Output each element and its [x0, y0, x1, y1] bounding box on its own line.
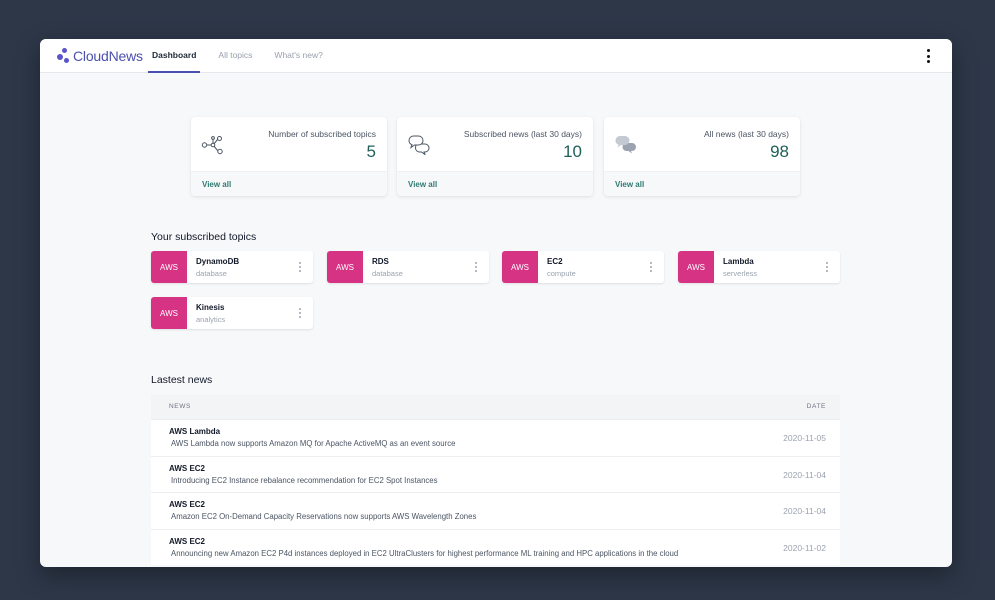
- topic-card-ec2[interactable]: AWS EC2 compute: [502, 251, 664, 283]
- stat-label: All news (last 30 days): [703, 129, 789, 139]
- news-table-header: NEWS DATE: [151, 395, 840, 419]
- news-title: AWS Lambda: [169, 427, 221, 436]
- stat-card-all-news: All news (last 30 days) 98 View all: [604, 117, 800, 196]
- app-window: CloudNews Dashboard All topics What's ne…: [40, 39, 952, 567]
- nav-dashboard[interactable]: Dashboard: [147, 39, 201, 73]
- table-row[interactable]: AWS Lambda AWS Lambda now supports Amazo…: [151, 419, 840, 456]
- topic-card-lambda[interactable]: AWS Lambda serverless: [678, 251, 840, 283]
- stat-value: 98: [770, 142, 789, 161]
- news-description[interactable]: Introducing EC2 Instance rebalance recom…: [171, 476, 438, 485]
- topic-category: database: [196, 269, 227, 278]
- news-date: 2020-11-02: [783, 542, 826, 553]
- top-header: CloudNews Dashboard All topics What's ne…: [40, 39, 952, 73]
- nav-all-topics[interactable]: All topics: [216, 39, 254, 73]
- news-title: AWS EC2: [169, 536, 206, 546]
- topic-category: analytics: [196, 315, 226, 324]
- chat-bubbles-outline-icon: [408, 135, 430, 155]
- topic-name: Lambda: [723, 257, 754, 266]
- latest-news-title: Lastest news: [151, 374, 213, 386]
- view-all-topics-link[interactable]: View all: [202, 180, 231, 189]
- chat-bubbles-filled-icon: [615, 136, 636, 154]
- topic-menu-icon[interactable]: [299, 308, 302, 318]
- stat-footer: View all: [191, 171, 387, 196]
- news-description[interactable]: Amazon EC2 On-Demand Capacity Reservatio…: [171, 512, 476, 521]
- topic-menu-icon[interactable]: [826, 262, 829, 272]
- main-nav: Dashboard All topics What's new?: [147, 39, 343, 73]
- nav-whats-new[interactable]: What's new?: [272, 39, 324, 73]
- view-all-news-link[interactable]: View all: [615, 180, 644, 189]
- stat-card-subscribed-news: Subscribed news (last 30 days) 10 View a…: [397, 117, 593, 196]
- news-title: AWS EC2: [169, 500, 206, 509]
- news-date: 2020-11-04: [783, 506, 826, 516]
- provider-badge: AWS: [502, 251, 538, 283]
- stat-card-subscribed-topics: Number of subscribed topics 5 View all: [191, 117, 387, 196]
- topic-name: EC2: [547, 257, 563, 266]
- news-date: 2020-11-05: [783, 433, 826, 443]
- network-nodes-icon: [201, 136, 223, 155]
- topic-menu-icon[interactable]: [299, 262, 302, 272]
- topic-menu-icon[interactable]: [475, 262, 478, 272]
- news-date: 2020-11-04: [783, 469, 826, 480]
- provider-badge: AWS: [678, 251, 714, 283]
- provider-badge: AWS: [151, 297, 187, 329]
- news-table: NEWS DATE AWS Lambda AWS Lambda now supp…: [151, 395, 840, 565]
- topic-card-kinesis[interactable]: AWS Kinesis analytics: [151, 297, 313, 329]
- topic-category: serverless: [723, 269, 758, 278]
- table-row[interactable]: AWS EC2 Introducing EC2 Instance rebalan…: [151, 455, 840, 492]
- provider-badge: AWS: [327, 251, 363, 283]
- column-header-news: NEWS: [169, 403, 191, 410]
- news-title: AWS EC2: [169, 463, 206, 473]
- table-row[interactable]: AWS EC2 Amazon EC2 On-Demand Capacity Re…: [151, 492, 840, 529]
- stat-value: 10: [563, 142, 582, 161]
- provider-badge: AWS: [151, 251, 187, 283]
- news-description[interactable]: Announcing new Amazon EC2 P4d instances …: [171, 549, 678, 558]
- column-header-date: DATE: [806, 403, 826, 410]
- topic-category: compute: [547, 269, 576, 278]
- table-row[interactable]: AWS EC2 Announcing new Amazon EC2 P4d in…: [151, 528, 840, 565]
- stat-label: Subscribed news (last 30 days): [463, 129, 582, 139]
- subscribed-topics-title: Your subscribed topics: [151, 231, 257, 243]
- topic-card-rds[interactable]: AWS RDS database: [327, 251, 489, 283]
- more-menu-icon[interactable]: [926, 49, 930, 63]
- topic-name: DynamoDB: [196, 257, 240, 266]
- stat-label: Number of subscribed topics: [268, 129, 376, 139]
- topic-name: RDS: [372, 257, 389, 266]
- stat-footer: View all: [397, 171, 593, 196]
- stat-value: 5: [366, 142, 376, 161]
- app-name: CloudNews: [73, 48, 143, 64]
- topic-menu-icon[interactable]: [650, 262, 653, 272]
- news-description[interactable]: AWS Lambda now supports Amazon MQ for Ap…: [171, 439, 455, 448]
- view-all-subscribed-news-link[interactable]: View all: [408, 180, 437, 189]
- stat-footer: View all: [604, 171, 800, 196]
- topic-card-dynamodb[interactable]: AWS DynamoDB database: [151, 251, 313, 283]
- logo-icon: [56, 48, 70, 64]
- topic-category: database: [372, 269, 403, 278]
- logo[interactable]: CloudNews: [56, 48, 143, 64]
- topic-name: Kinesis: [196, 303, 225, 312]
